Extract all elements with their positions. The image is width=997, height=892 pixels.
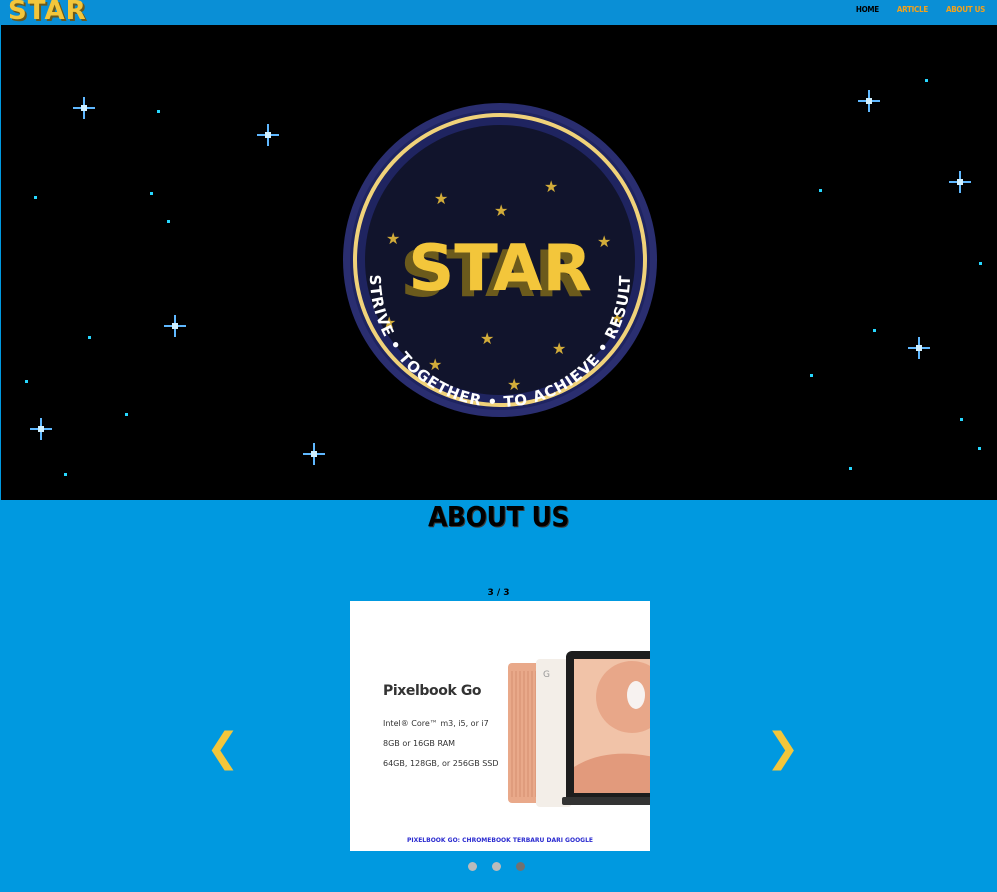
slide-counter: 3 / 3 — [487, 588, 510, 598]
sparkle-icon — [949, 171, 971, 193]
svg-text:G: G — [543, 670, 550, 680]
star-emblem-logo: ★ ★ ★ ★ ★ ★ ★ ★ ★ ★ ★ STAR STAR STRIVE •… — [343, 103, 657, 417]
sparkle-icon — [303, 443, 325, 465]
sparkle-icon — [30, 418, 52, 440]
slide-spec-cpu: Intel® Core™ m3, i5, or i7 — [383, 719, 489, 728]
nav-article[interactable]: ARTICLE — [897, 5, 928, 14]
slide-heading: Pixelbook Go — [383, 683, 482, 699]
svg-text:★: ★ — [434, 189, 448, 208]
nav-about-us[interactable]: ABOUT US — [946, 5, 985, 14]
prev-slide-button[interactable]: ❮ — [206, 728, 240, 768]
brand-logo[interactable]: STAR — [8, 0, 87, 26]
laptop-image: G — [508, 651, 650, 807]
sparkle-icon — [73, 97, 95, 119]
slide-dot-3[interactable] — [516, 862, 525, 871]
svg-text:★: ★ — [386, 229, 400, 248]
nav-home[interactable]: HOME — [856, 5, 879, 14]
emblem-wordmark-front: STAR — [408, 232, 592, 306]
top-navbar: STAR HOME ARTICLE ABOUT US — [0, 0, 997, 26]
svg-text:★: ★ — [597, 232, 611, 251]
slide-dots — [468, 862, 525, 871]
svg-text:★: ★ — [507, 375, 521, 394]
svg-text:★: ★ — [480, 329, 494, 348]
slide-dot-2[interactable] — [492, 862, 501, 871]
slide-dot-1[interactable] — [468, 862, 477, 871]
svg-text:★: ★ — [552, 339, 566, 358]
svg-text:★: ★ — [544, 177, 558, 196]
slide-spec-storage: 64GB, 128GB, or 256GB SSD — [383, 759, 499, 768]
slide-caption: PIXELBOOK GO: CHROMEBOOK TERBARU DARI GO… — [406, 837, 594, 844]
sparkle-icon — [908, 337, 930, 359]
slide-spec-ram: 8GB or 16GB RAM — [383, 739, 456, 748]
main-nav: HOME ARTICLE ABOUT US — [856, 5, 985, 14]
sparkle-icon — [257, 124, 279, 146]
sparkle-icon — [164, 315, 186, 337]
section-title-about-us: ABOUT US — [427, 500, 570, 533]
sparkle-icon — [858, 90, 880, 112]
svg-text:★: ★ — [494, 201, 508, 220]
slideshow-slide: Pixelbook Go Intel® Core™ m3, i5, or i7 … — [350, 601, 650, 851]
next-slide-button[interactable]: ❯ — [766, 728, 800, 768]
hero-starfield: ★ ★ ★ ★ ★ ★ ★ ★ ★ ★ ★ STAR STAR STRIVE •… — [1, 25, 997, 500]
